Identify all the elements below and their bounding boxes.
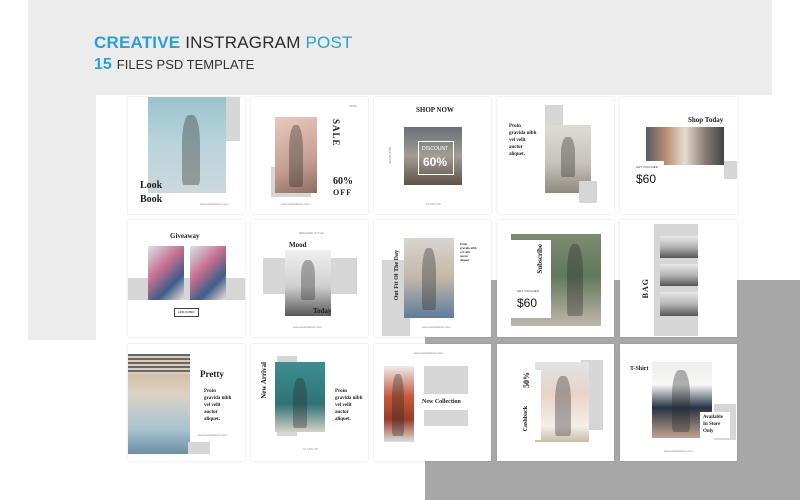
- mood-today: Today: [313, 307, 332, 315]
- bag-photo-2: [660, 264, 698, 286]
- post-pretty[interactable]: Pretty Proin gravida nibh vel velit auct…: [128, 344, 245, 461]
- post-lookbook[interactable]: Look Book www.websitebon.com: [128, 97, 245, 214]
- lookbook-url: www.websitebon.com: [200, 202, 229, 206]
- post-newcollection[interactable]: www.websitebon.com New Collection: [374, 344, 491, 461]
- tshirt-title: T-Shirt: [630, 366, 649, 372]
- cashback-photo: [535, 362, 589, 442]
- post-newarrival[interactable]: New Arrival Proin gravida nibh vel velit…: [251, 344, 368, 461]
- newarrival-footer: CLASS UP: [303, 447, 318, 451]
- shopnow-footer: CLASS UP: [426, 202, 441, 206]
- mood-title: Mood: [289, 241, 307, 249]
- tshirt-store-3: Only: [703, 429, 714, 434]
- lookbook-photo: [148, 97, 226, 193]
- lookbook-title-1: Look: [140, 180, 163, 191]
- post-proin[interactable]: Proin gravida nibh vel velit auctor aliq…: [497, 97, 614, 214]
- title-creative: CREATIVE: [94, 33, 181, 52]
- subscribe-voucher: GET VOUCHER: [517, 289, 539, 293]
- proin-text: Proin gravida nibh vel velit auctor aliq…: [509, 124, 537, 157]
- cashback-box: 50% Cashback: [519, 370, 541, 440]
- post-cashback[interactable]: 50% Cashback: [497, 344, 614, 461]
- post-giveaway[interactable]: Giveaway LINK IN BIO: [128, 220, 245, 337]
- sale-percent: 60%: [333, 176, 353, 187]
- sale-off: OFF: [333, 188, 352, 197]
- post-shopnow[interactable]: SHOP NOW DISCOUNT 60% NEW MODE CLASS UP: [374, 97, 491, 214]
- discount-frame: DISCOUNT 60%: [418, 141, 454, 175]
- title-post: POST: [305, 33, 353, 52]
- outfit-title: Out Fit Of The Day: [394, 250, 400, 301]
- cashback-percent: 50%: [522, 372, 531, 388]
- pretty-text: Proin gravida nibh vel velit auctor aliq…: [204, 389, 232, 422]
- post-tshirt[interactable]: T-Shirt Available In Store Only www.webs…: [620, 344, 737, 461]
- mood-kicker: BREAKER STYLE: [299, 231, 324, 235]
- shoptoday-title: Shop Today: [688, 116, 724, 124]
- subtitle: 15 FILES PSD TEMPLATE: [94, 57, 353, 73]
- tshirt-store-box: Available In Store Only: [700, 412, 730, 438]
- header: CREATIVE INSTRAGRAM POST 15 FILES PSD TEM…: [94, 33, 353, 73]
- newcollection-title: New Collection: [422, 399, 461, 405]
- tshirt-store-2: In Store: [703, 422, 721, 427]
- newcollection-url: www.websitebon.com: [414, 351, 443, 355]
- pretty-title: Pretty: [200, 369, 224, 379]
- cashback-title: Cashback: [523, 406, 529, 432]
- outfit-photo: [404, 238, 454, 318]
- bag-photo-1: [660, 236, 698, 258]
- bag-photo-3: [660, 292, 698, 316]
- post-bag[interactable]: BAG: [620, 220, 737, 337]
- sale-url: www.websitebon.com: [281, 202, 310, 206]
- subtitle-text: FILES PSD TEMPLATE: [116, 57, 255, 72]
- subscribe-price: $60: [517, 296, 538, 310]
- outfit-url: www.websitebon.com: [422, 325, 451, 329]
- lookbook-title-2: Book: [140, 194, 163, 205]
- bag-title: BAG: [641, 278, 650, 299]
- post-subscribe[interactable]: Subscribe GET VOUCHER $60: [497, 220, 614, 337]
- post-shoptoday[interactable]: Shop Today GET VOUCHER $60: [620, 97, 737, 214]
- voucher-price: $60: [636, 172, 657, 186]
- giveaway-photo-right: [190, 246, 226, 300]
- accent-block: [188, 442, 210, 454]
- tshirt-store-1: Available: [703, 415, 723, 420]
- newarrival-title: New Arrival: [260, 362, 268, 399]
- accent-band: [128, 278, 245, 300]
- post-outfit[interactable]: Out Fit Of The Day Proin gravida nibh ve…: [374, 220, 491, 337]
- discount-value: 60%: [423, 155, 448, 169]
- sale-photo: [275, 117, 317, 193]
- left-gray-block: [28, 95, 96, 340]
- pretty-url: www.websitebon.com: [198, 433, 227, 437]
- sale-number: 02/09: [349, 104, 357, 108]
- post-mood[interactable]: BREAKER STYLE Mood Today www.websitebon.…: [251, 220, 368, 337]
- newarrival-photo: [275, 362, 325, 432]
- file-count: 15: [94, 56, 112, 73]
- main-title: CREATIVE INSTRAGRAM POST: [94, 33, 353, 53]
- voucher-label: GET VOUCHER: [636, 165, 658, 169]
- tshirt-url: www.websitebon.com: [664, 449, 693, 453]
- giveaway-title: Giveaway: [170, 232, 200, 240]
- accent-block-2: [579, 181, 597, 203]
- link-in-bio-button[interactable]: LINK IN BIO: [174, 308, 199, 317]
- accent-block: [724, 161, 737, 179]
- newcollection-photo: [384, 366, 414, 442]
- title-instagram: INSTRAGRAM: [185, 33, 301, 52]
- subscribe-box: Subscribe GET VOUCHER $60: [511, 240, 551, 318]
- post-sale[interactable]: SALE 60% OFF 02/09 www.websitebon.com: [251, 97, 368, 214]
- shoptoday-photo: [646, 127, 724, 165]
- sale-label: SALE: [331, 119, 341, 147]
- shopnow-title: SHOP NOW: [416, 106, 454, 114]
- discount-label: DISCOUNT: [422, 146, 449, 152]
- newcollection-label-box: New Collection: [418, 394, 470, 410]
- mood-url: www.websitebon.com: [293, 325, 322, 329]
- outfit-text: Proin gravida nibh vel velit auctor aliq…: [460, 242, 477, 262]
- giveaway-photo-left: [148, 246, 184, 300]
- accent-block: [226, 97, 240, 141]
- newarrival-text: Proin gravida nibh vel velit auctor aliq…: [335, 389, 363, 422]
- pretty-photo: [128, 354, 190, 454]
- subscribe-title: Subscribe: [536, 244, 544, 274]
- shopnow-side: NEW MODE: [388, 147, 392, 164]
- voucher-box: GET VOUCHER $60: [632, 161, 664, 193]
